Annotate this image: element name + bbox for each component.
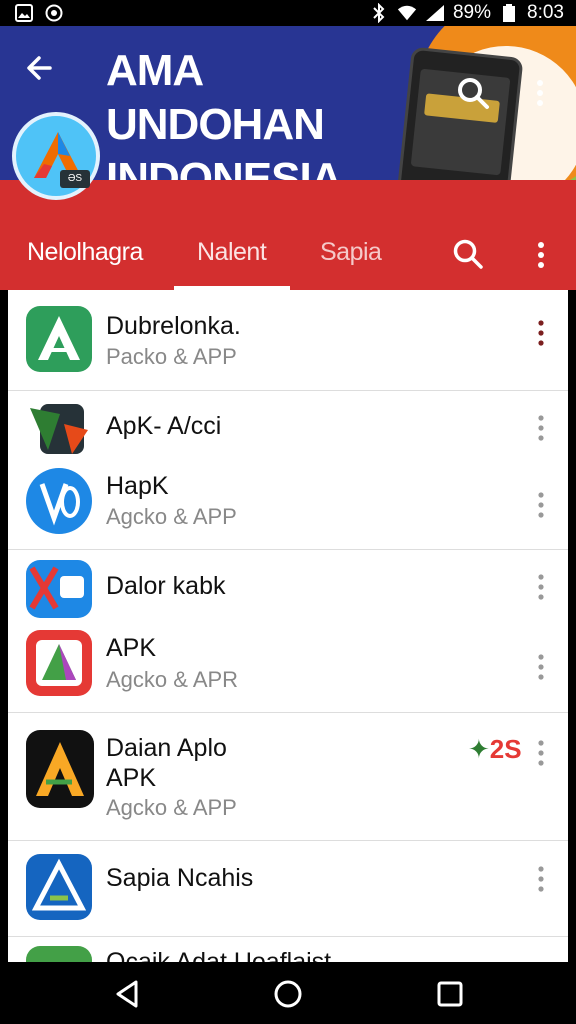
more-vert-icon[interactable]: [534, 572, 548, 602]
app-title[interactable]: Dubrelonka.: [106, 312, 241, 341]
app-list: Dubrelonka. Packo & APP ApK- A/cci HapK …: [8, 290, 568, 962]
divider: [8, 840, 568, 841]
divider: [8, 936, 568, 937]
clock: 8:03: [527, 2, 564, 23]
app-icon[interactable]: [26, 946, 92, 962]
navigation-bar: [0, 962, 576, 1024]
tab-2[interactable]: Nalent: [197, 238, 267, 267]
more-vert-icon[interactable]: [534, 413, 548, 443]
app-subtitle: Agcko & APR: [106, 667, 239, 692]
app-title[interactable]: Daian Aplo: [106, 734, 227, 763]
status-bar: 89% 8:03: [0, 0, 576, 26]
home-icon[interactable]: [272, 978, 304, 1010]
tab-bar: Nelolhagra Nalent Sapia: [0, 230, 576, 290]
battery-icon: [499, 3, 519, 23]
more-vert-icon[interactable]: [534, 652, 548, 682]
app-title[interactable]: Ocaik Adat Uoaflaist: [106, 948, 331, 962]
tab-3[interactable]: Sapia: [320, 238, 382, 267]
logo-badge: ƏS: [60, 170, 90, 188]
battery-percent: 89%: [452, 2, 492, 23]
phone-illustration: [396, 46, 524, 180]
app-title[interactable]: Sapia Ncahis: [106, 864, 253, 893]
more-vert-icon[interactable]: [534, 490, 548, 520]
search-icon[interactable]: [452, 238, 484, 270]
divider: [8, 549, 568, 550]
divider: [8, 712, 568, 713]
more-vert-icon[interactable]: [532, 240, 550, 270]
app-title[interactable]: ApK- A/cci: [106, 412, 221, 441]
search-icon[interactable]: [456, 76, 490, 110]
badge-icon: ✦: [468, 734, 490, 764]
app-icon[interactable]: [26, 400, 92, 466]
tab-1[interactable]: Nelolhagra: [27, 238, 143, 267]
app-title[interactable]: Dalor kabk: [106, 572, 226, 601]
app-icon[interactable]: [26, 630, 92, 696]
wifi-icon: [397, 3, 417, 23]
recents-icon[interactable]: [434, 978, 466, 1010]
bluetooth-icon: [369, 3, 389, 23]
app-subtitle: Packo & APP: [106, 344, 237, 369]
back-icon[interactable]: [112, 978, 144, 1010]
app-badge: ✦2S: [468, 734, 522, 764]
signal-icon: [425, 3, 445, 23]
app-icon[interactable]: [26, 730, 94, 808]
app-logo: ƏS: [12, 112, 100, 200]
app-icon[interactable]: [26, 468, 92, 534]
app-icon[interactable]: [26, 306, 92, 372]
app-subtitle: Agcko & APP: [106, 795, 237, 820]
app-title-line2[interactable]: APK: [106, 764, 156, 793]
app-subtitle: Agcko & APP: [106, 504, 237, 529]
app-title[interactable]: HapK: [106, 472, 169, 501]
back-arrow-icon[interactable]: [22, 50, 58, 86]
more-vert-icon[interactable]: [534, 864, 548, 894]
app-icon[interactable]: [26, 560, 92, 618]
whatsapp-icon: [44, 3, 64, 23]
photo-icon: [14, 3, 34, 23]
app-icon[interactable]: [26, 854, 92, 920]
more-vert-icon[interactable]: [534, 738, 548, 768]
app-title[interactable]: APK: [106, 634, 156, 663]
divider: [8, 390, 568, 391]
more-vert-icon[interactable]: [530, 78, 550, 108]
more-vert-icon[interactable]: [534, 318, 548, 348]
banner-title: AMA UNDOHAN INDONESIA: [106, 46, 342, 180]
